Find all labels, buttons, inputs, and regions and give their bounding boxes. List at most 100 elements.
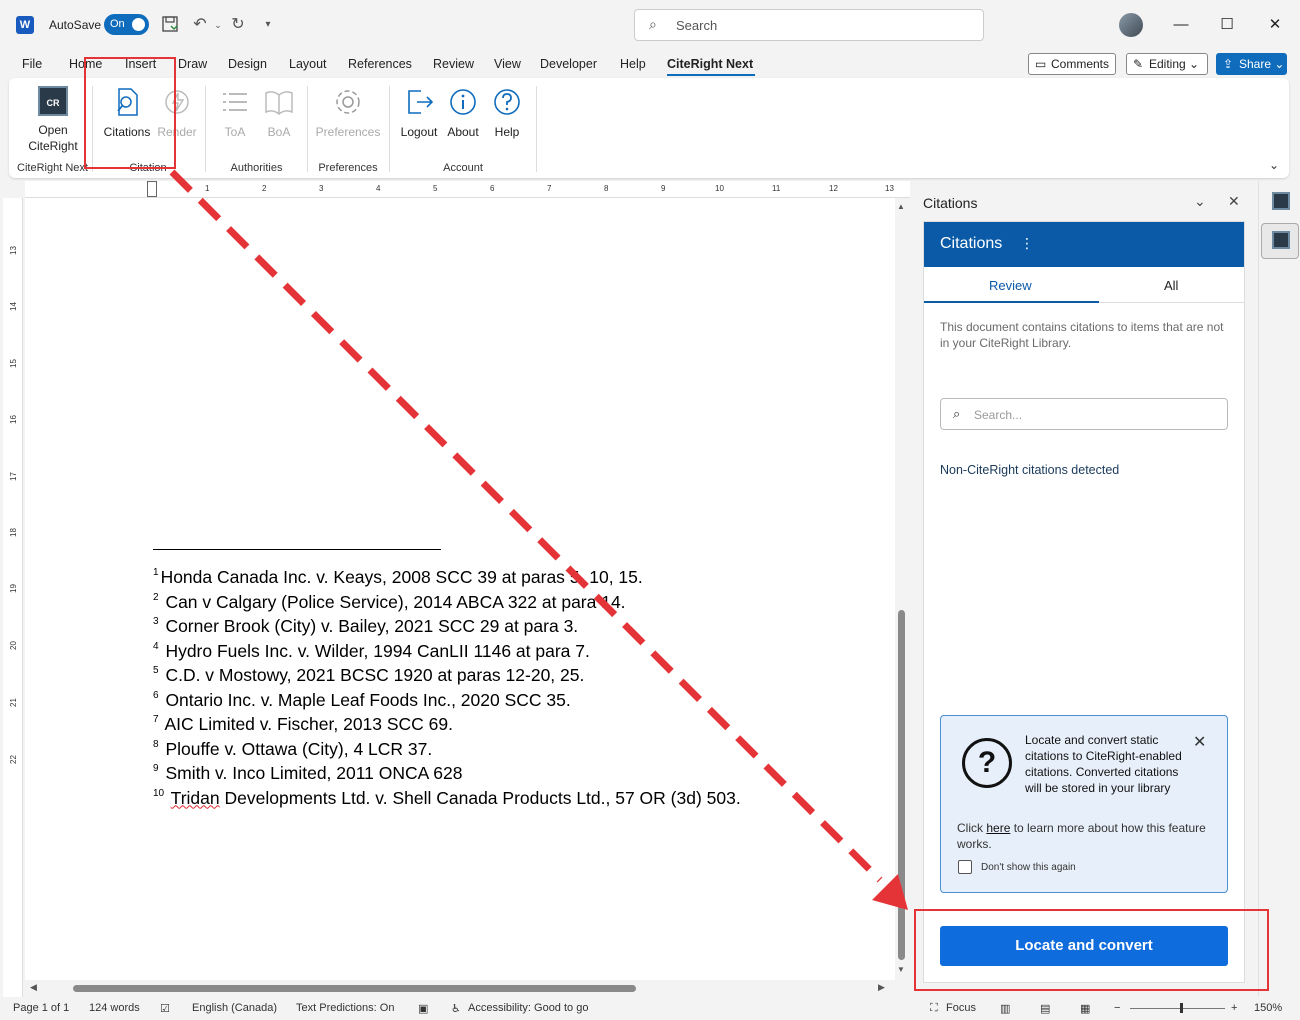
scrollbar-thumb[interactable] bbox=[73, 985, 636, 992]
boa-label: BoA bbox=[267, 125, 291, 139]
scroll-left-icon[interactable]: ◀ bbox=[30, 982, 37, 993]
footnote[interactable]: 10 Tridan Developments Ltd. v. Shell Can… bbox=[153, 786, 893, 811]
close-icon[interactable]: ✕ bbox=[1260, 10, 1290, 40]
citeright-addin-icon[interactable] bbox=[1272, 231, 1290, 249]
tab-references[interactable]: References bbox=[348, 57, 412, 71]
save-icon[interactable] bbox=[160, 15, 180, 35]
tab-review-citations[interactable]: Review bbox=[989, 278, 1032, 293]
footnote-number: 8 bbox=[153, 738, 159, 750]
avatar[interactable] bbox=[1119, 13, 1143, 37]
vertical-scrollbar[interactable]: ▲ ▼ bbox=[895, 198, 909, 980]
tab-help[interactable]: Help bbox=[620, 57, 646, 71]
print-layout-icon[interactable]: ▤ bbox=[1040, 1002, 1050, 1015]
accessibility-status[interactable]: Accessibility: Good to go bbox=[468, 1002, 588, 1014]
tab-home[interactable]: Home bbox=[69, 57, 102, 71]
zoom-in-button[interactable]: + bbox=[1231, 1002, 1237, 1014]
comments-button[interactable]: ▭ Comments bbox=[1028, 53, 1116, 75]
editing-button[interactable]: ✎ Editing ⌄ bbox=[1126, 53, 1208, 75]
share-button[interactable]: ⇪ Share ⌄ bbox=[1216, 53, 1287, 75]
preferences-button[interactable]: Preferences bbox=[315, 86, 381, 139]
tab-review[interactable]: Review bbox=[433, 57, 474, 71]
citation-search-input[interactable]: ⌕ Search... bbox=[940, 398, 1228, 430]
footnote-list: 1 Honda Canada Inc. v. Keays, 2008 SCC 39… bbox=[153, 565, 893, 810]
dont-show-again-checkbox[interactable] bbox=[958, 860, 972, 874]
macro-icon[interactable]: ▣ bbox=[418, 1002, 428, 1015]
web-layout-icon[interactable]: ▦ bbox=[1080, 1002, 1090, 1015]
word-count[interactable]: 124 words bbox=[89, 1002, 140, 1014]
minimize-icon[interactable]: — bbox=[1166, 10, 1196, 40]
language[interactable]: English (Canada) bbox=[192, 1002, 277, 1014]
tab-layout[interactable]: Layout bbox=[289, 57, 327, 71]
toa-label: ToA bbox=[224, 125, 246, 139]
tab-draw[interactable]: Draw bbox=[178, 57, 207, 71]
scrollbar-thumb[interactable] bbox=[898, 610, 905, 960]
spelling-error-word[interactable]: Tridan bbox=[171, 788, 220, 808]
pane-options-icon[interactable]: ⌄ bbox=[1194, 193, 1206, 210]
focus-mode-button[interactable]: Focus bbox=[946, 1002, 976, 1014]
toa-button[interactable]: ToA bbox=[217, 86, 253, 139]
zoom-out-button[interactable]: − bbox=[1114, 1002, 1120, 1014]
page-count[interactable]: Page 1 of 1 bbox=[13, 1002, 69, 1014]
undo-dropdown-icon[interactable]: ⌄ bbox=[208, 15, 228, 35]
autosave-toggle[interactable]: On bbox=[104, 14, 149, 35]
zoom-level[interactable]: 150% bbox=[1254, 1002, 1282, 1014]
text-predictions[interactable]: Text Predictions: On bbox=[296, 1002, 394, 1014]
footnote[interactable]: 4 Hydro Fuels Inc. v. Wilder, 1994 CanLI… bbox=[153, 639, 893, 664]
open-citeright-button[interactable]: CR Open CiteRight bbox=[23, 86, 83, 154]
tab-all-citations[interactable]: All bbox=[1164, 278, 1178, 293]
read-mode-icon[interactable]: ▥ bbox=[1000, 1002, 1010, 1015]
scroll-right-icon[interactable]: ▶ bbox=[878, 982, 885, 993]
status-bar: Page 1 of 1 124 words ☑ English (Canada)… bbox=[0, 997, 1300, 1020]
redo-icon[interactable]: ↻ bbox=[228, 15, 248, 35]
learn-more-link[interactable]: here bbox=[986, 821, 1010, 835]
tab-developer[interactable]: Developer bbox=[540, 57, 597, 71]
proofing-icon[interactable]: ☑ bbox=[160, 1002, 170, 1015]
close-pane-icon[interactable]: ✕ bbox=[1228, 193, 1240, 210]
share-chevron-icon: ⌄ bbox=[1271, 57, 1285, 71]
addin-side-strip bbox=[1258, 181, 1300, 996]
footnote-number: 9 bbox=[153, 763, 159, 774]
citeright-addin-icon[interactable] bbox=[1272, 192, 1290, 210]
search-box[interactable]: ⌕ Search bbox=[634, 9, 984, 41]
tab-design[interactable]: Design bbox=[228, 57, 267, 71]
locate-and-convert-button[interactable]: Locate and convert bbox=[940, 926, 1228, 966]
group-label-account: Account bbox=[443, 162, 483, 174]
footnote[interactable]: 2 Can v Calgary (Police Service), 2014 A… bbox=[153, 590, 893, 615]
citations-button[interactable]: Citations bbox=[101, 86, 153, 139]
help-label: Help bbox=[494, 125, 520, 139]
boa-button[interactable]: BoA bbox=[261, 86, 297, 139]
document-page[interactable]: 1 Honda Canada Inc. v. Keays, 2008 SCC 39… bbox=[25, 198, 895, 980]
footnote[interactable]: 6 Ontario Inc. v. Maple Leaf Foods Inc.,… bbox=[153, 688, 893, 713]
tab-citeright-next[interactable]: CiteRight Next bbox=[667, 57, 753, 71]
more-options-icon[interactable]: ⋮ bbox=[1020, 235, 1034, 252]
zoom-slider[interactable] bbox=[1130, 1008, 1225, 1009]
customize-qat-icon[interactable]: ▾ bbox=[258, 15, 278, 35]
close-callout-icon[interactable]: ✕ bbox=[1193, 732, 1206, 752]
tab-file[interactable]: File bbox=[22, 57, 42, 71]
group-separator bbox=[389, 86, 390, 172]
footnote-text: Plouffe v. Ottawa (City), 4 LCR 37. bbox=[165, 738, 433, 759]
about-button[interactable]: About bbox=[443, 86, 483, 139]
render-button[interactable]: Render bbox=[155, 86, 199, 139]
footnote[interactable]: 5 C.D. v Mostowy, 2021 BCSC 1920 at para… bbox=[153, 663, 893, 688]
ruler-number: 10 bbox=[715, 184, 724, 193]
footnote[interactable]: 1 Honda Canada Inc. v. Keays, 2008 SCC 39… bbox=[153, 565, 893, 590]
horizontal-scrollbar[interactable]: ◀ ▶ bbox=[25, 980, 895, 996]
undo-icon[interactable]: ↶ bbox=[190, 15, 210, 35]
logout-button[interactable]: Logout bbox=[397, 86, 441, 139]
indent-marker[interactable] bbox=[147, 181, 157, 197]
footnote[interactable]: 9 Smith v. Inco Limited, 2011 ONCA 628 bbox=[153, 761, 893, 786]
collapse-ribbon-icon[interactable]: ⌄ bbox=[1269, 158, 1279, 172]
ruler-number: 3 bbox=[319, 184, 324, 193]
maximize-icon[interactable]: ☐ bbox=[1212, 10, 1242, 40]
scroll-up-icon[interactable]: ▲ bbox=[897, 202, 905, 211]
scroll-down-icon[interactable]: ▼ bbox=[897, 965, 905, 974]
zoom-slider-thumb[interactable] bbox=[1180, 1003, 1183, 1013]
footnote[interactable]: 8 Plouffe v. Ottawa (City), 4 LCR 37. bbox=[153, 737, 893, 762]
comments-label: Comments bbox=[1051, 57, 1110, 71]
footnote[interactable]: 3 Corner Brook (City) v. Bailey, 2021 SC… bbox=[153, 614, 893, 639]
tab-insert[interactable]: Insert bbox=[125, 57, 156, 71]
tab-view[interactable]: View bbox=[494, 57, 521, 71]
help-button[interactable]: Help bbox=[487, 86, 527, 139]
footnote[interactable]: 7 AIC Limited v. Fischer, 2013 SCC 69. bbox=[153, 712, 893, 737]
